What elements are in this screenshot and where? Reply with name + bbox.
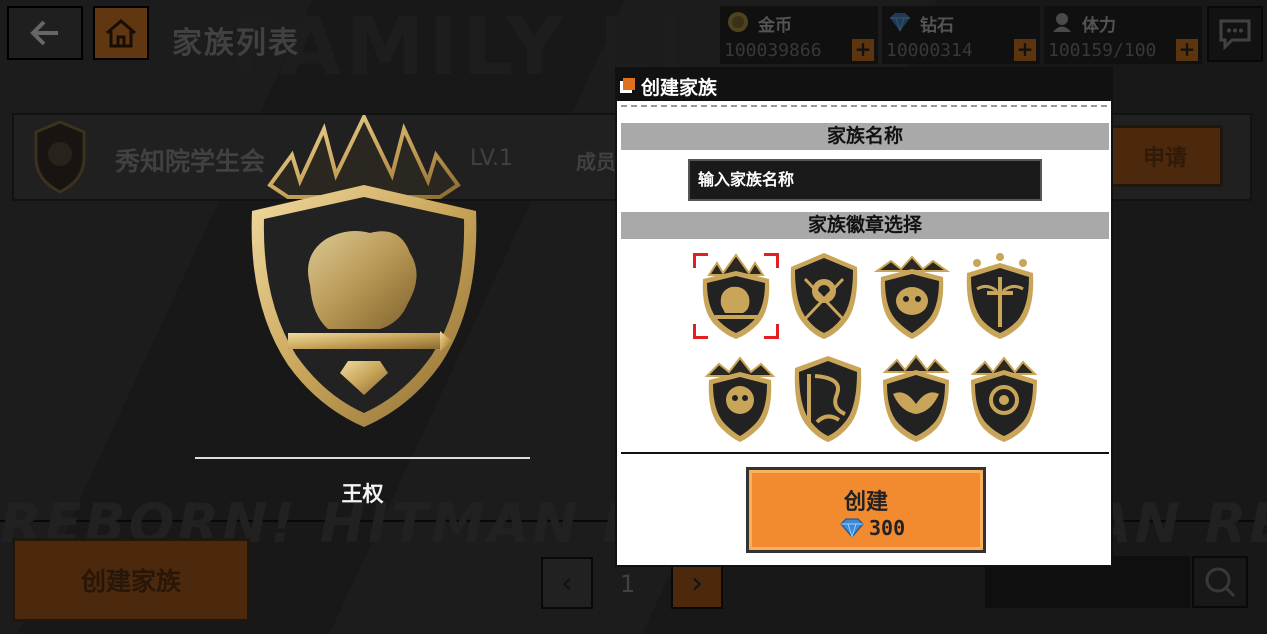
header-dashed-divider — [621, 105, 1107, 107]
window-icon — [623, 78, 635, 90]
badge-samurai[interactable] — [783, 249, 865, 341]
badge-winged-sword[interactable] — [959, 249, 1041, 341]
badge-section-label: 家族徽章选择 — [621, 212, 1109, 239]
dialog-title: 创建家族 — [641, 77, 718, 99]
dialog-divider — [621, 452, 1109, 454]
create-family-dialog: 创建家族 家族名称 输入家族名称 家族徽章选择 创建 300 — [615, 67, 1113, 567]
dialog-header: 创建家族 — [617, 69, 1111, 101]
create-cost: 300 — [869, 516, 906, 540]
diamond-icon — [840, 518, 864, 538]
family-name-section-label: 家族名称 — [621, 123, 1109, 150]
badge-dragon[interactable] — [787, 352, 869, 444]
badge-sun[interactable] — [963, 352, 1045, 444]
badge-bird[interactable] — [875, 352, 957, 444]
create-button-label: 创建 — [843, 490, 888, 515]
badge-guardian-lion[interactable] — [699, 352, 781, 444]
badge-lion[interactable] — [695, 249, 777, 341]
badge-dragon-mask[interactable] — [871, 249, 953, 341]
preview-divider — [195, 457, 530, 459]
selected-emblem-preview — [251, 115, 477, 427]
create-button[interactable]: 创建 300 — [746, 467, 986, 553]
family-name-input[interactable]: 输入家族名称 — [688, 159, 1042, 201]
emblem-name: 王权 — [341, 482, 384, 506]
